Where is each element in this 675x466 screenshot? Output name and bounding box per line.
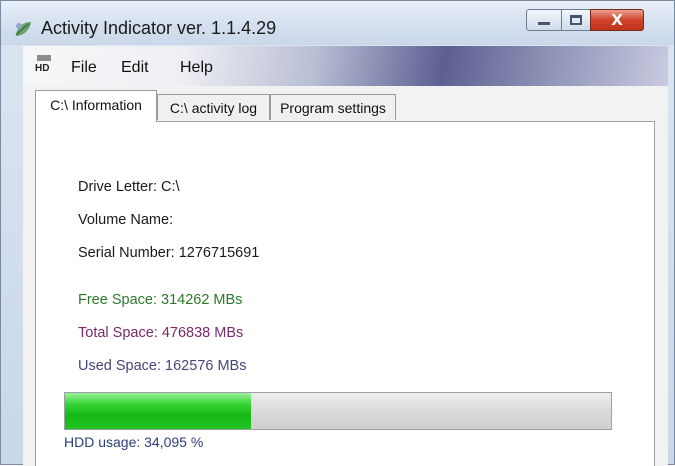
tab-c-activity-log[interactable]: C:\ activity log [157, 94, 270, 120]
hdd-usage-progress-bar [64, 392, 612, 430]
app-window: Activity Indicator ver. 1.1.4.29 X HD Fi… [0, 0, 675, 466]
maximize-button[interactable] [561, 9, 591, 31]
menu-file[interactable]: File [71, 59, 97, 77]
minimize-icon [538, 21, 550, 25]
tab-program-settings[interactable]: Program settings [270, 94, 396, 120]
window-title: Activity Indicator ver. 1.1.4.29 [41, 18, 277, 38]
hd-drive-icon: HD [35, 55, 53, 77]
drive-letter-text: Drive Letter: C:\ [78, 179, 180, 195]
close-icon: X [611, 11, 623, 29]
tab-container: C:\ Information C:\ activity log Program… [23, 86, 668, 466]
close-button[interactable]: X [590, 9, 644, 31]
hdd-usage-label: HDD usage: 34,095 % [64, 434, 204, 450]
menu-edit[interactable]: Edit [121, 59, 149, 77]
total-space-text: Total Space: 476838 MBs [78, 325, 244, 341]
hd-icon-label: HD [35, 63, 50, 74]
title-bar[interactable]: Activity Indicator ver. 1.1.4.29 X [1, 1, 674, 45]
menu-help[interactable]: Help [180, 59, 213, 77]
volume-name-text: Volume Name: [78, 212, 174, 228]
serial-number-text: Serial Number: 1276715691 [78, 245, 260, 261]
menu-bar: HD File Edit Help [23, 46, 668, 86]
used-space-text: Used Space: 162576 MBs [78, 358, 247, 374]
hdd-usage-progress-fill [65, 393, 252, 429]
information-panel: Drive Letter: C:\ Volume Name: Serial Nu… [35, 121, 655, 466]
app-leaf-icon [15, 22, 31, 36]
minimize-button[interactable] [526, 9, 562, 31]
tab-c-information[interactable]: C:\ Information [35, 90, 157, 122]
maximize-icon [570, 15, 582, 25]
free-space-text: Free Space: 314262 MBs [78, 292, 243, 308]
